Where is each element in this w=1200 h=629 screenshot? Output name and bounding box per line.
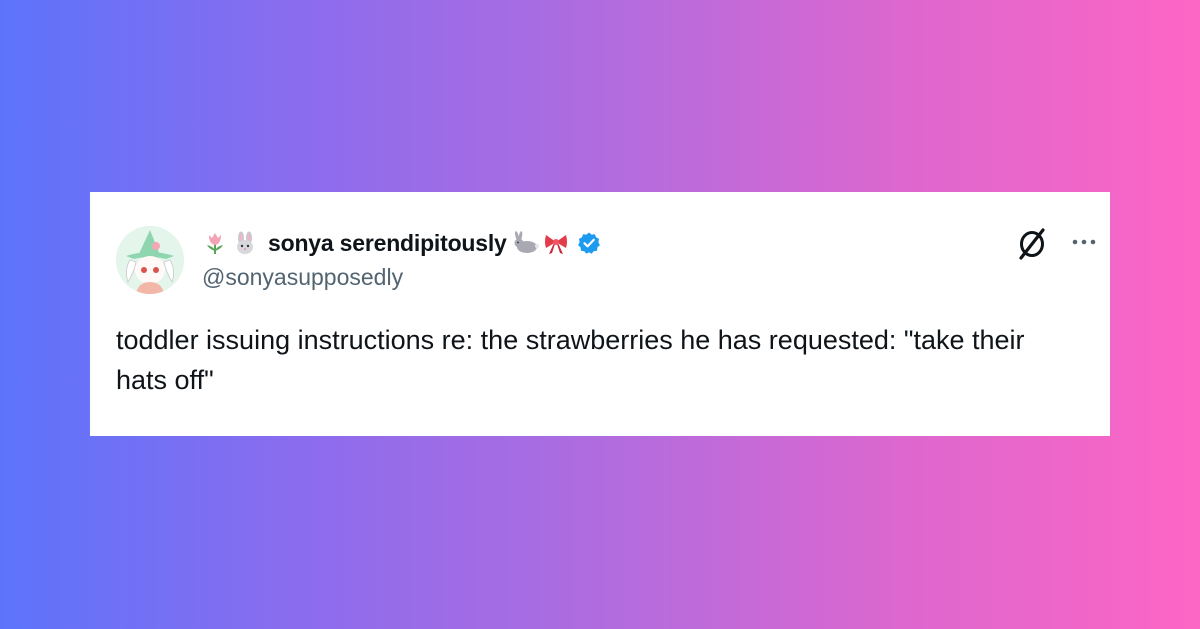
ribbon-icon — [543, 230, 569, 256]
display-name[interactable]: sonya serendipitously — [268, 230, 507, 257]
name-row: sonya serendipitously — [202, 228, 601, 258]
verified-badge-icon[interactable] — [577, 231, 601, 255]
rabbit-icon — [513, 230, 539, 256]
tulip-icon — [202, 230, 228, 256]
handle[interactable]: @sonyasupposedly — [202, 264, 403, 291]
post-text: toddler issuing instructions re: the str… — [116, 325, 1025, 395]
post-card[interactable]: sonya serendipitously @sonyasupposedly t… — [90, 192, 1110, 436]
avatar[interactable] — [116, 226, 184, 294]
rabbit-face-icon — [232, 230, 258, 256]
more-options-icon[interactable] — [1070, 232, 1098, 252]
x-logo-icon[interactable] — [1015, 227, 1049, 261]
